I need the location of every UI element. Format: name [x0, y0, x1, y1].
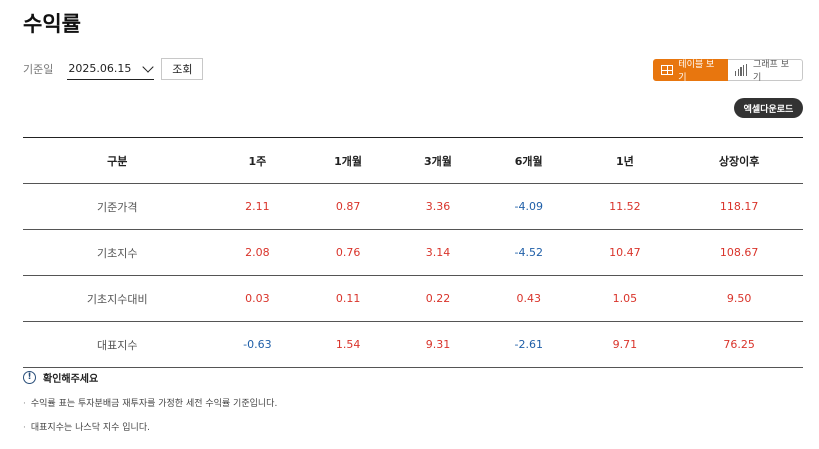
query-button[interactable]: 조회 [161, 58, 204, 80]
table-cell: 76.25 [675, 321, 803, 368]
date-select[interactable]: 2025.06.15 [67, 58, 155, 80]
table-cell: 11.52 [574, 183, 676, 230]
row-label: 기준가격 [23, 183, 212, 230]
table-cell: 1.54 [303, 321, 394, 368]
view-toggle: 테이블 보기 그래프 보기 [653, 59, 803, 83]
excel-download-button[interactable]: 엑셀다운로드 [734, 98, 803, 118]
table-view-button[interactable]: 테이블 보기 [653, 59, 728, 83]
col-header: 1주 [211, 137, 304, 184]
table-cell: 0.22 [393, 275, 483, 322]
table-cell: 0.43 [482, 275, 575, 322]
table-cell: -4.52 [482, 229, 575, 276]
row-label: 기초지수 [23, 229, 212, 276]
date-label: 기준일 [23, 63, 54, 76]
notice-item: · 대표지수는 나스닥 지수 입니다. [23, 420, 277, 433]
table-row: 기준가격 2.11 0.87 3.36 -4.09 11.52 118.17 [23, 183, 803, 230]
table-cell: 0.03 [211, 275, 304, 322]
table-cell: 1.05 [574, 275, 676, 322]
table-cell: 3.14 [393, 229, 483, 276]
returns-table: 구분 1주 1개월 3개월 6개월 1년 상장이후 기준가격 2.11 0.87… [23, 137, 803, 368]
table-cell: 2.08 [211, 229, 304, 276]
col-header: 3개월 [393, 137, 483, 184]
chevron-down-icon [142, 60, 155, 73]
bullet-icon: · [23, 423, 26, 433]
table-row: 기초지수 2.08 0.76 3.14 -4.52 10.47 108.67 [23, 229, 803, 276]
table-cell: -0.63 [211, 321, 304, 368]
bar-chart-icon [735, 64, 748, 76]
table-cell: 2.11 [211, 183, 304, 230]
notice-header: ! 확인해주세요 [23, 370, 277, 385]
page-title: 수익률 [23, 12, 81, 36]
notice-title: 확인해주세요 [43, 374, 99, 385]
row-label: 기초지수대비 [23, 275, 212, 322]
table-cell: 10.47 [574, 229, 676, 276]
table-cell: 9.50 [675, 275, 803, 322]
notice-item: · 수익률 표는 투자분배금 재투자를 가정한 세전 수익률 기준입니다. [23, 396, 277, 409]
table-cell: 3.36 [393, 183, 483, 230]
table-cell: -4.09 [482, 183, 575, 230]
table-cell: 9.31 [393, 321, 483, 368]
notice-item-text: 수익률 표는 투자분배금 재투자를 가정한 세전 수익률 기준입니다. [30, 399, 278, 409]
table-cell: 0.76 [303, 229, 394, 276]
table-row: 기초지수대비 0.03 0.11 0.22 0.43 1.05 9.50 [23, 275, 803, 322]
table-cell: 108.67 [675, 229, 803, 276]
info-icon: ! [23, 371, 36, 384]
graph-view-label: 그래프 보기 [753, 60, 789, 83]
col-header: 상장이후 [675, 137, 803, 184]
notice-item-text: 대표지수는 나스닥 지수 입니다. [30, 423, 150, 433]
date-select-value: 2025.06.15 [68, 62, 132, 75]
bullet-icon: · [23, 399, 26, 409]
table-icon [661, 65, 673, 75]
table-row: 대표지수 -0.63 1.54 9.31 -2.61 9.71 76.25 [23, 321, 803, 368]
col-header: 1년 [574, 137, 676, 184]
table-header-row: 구분 1주 1개월 3개월 6개월 1년 상장이후 [23, 137, 803, 184]
table-cell: 9.71 [574, 321, 676, 368]
graph-view-button[interactable]: 그래프 보기 [728, 59, 803, 83]
table-cell: 0.11 [303, 275, 394, 322]
table-cell: 118.17 [675, 183, 803, 230]
table-cell: 0.87 [303, 183, 394, 230]
notice-section: ! 확인해주세요 · 수익률 표는 투자분배금 재투자를 가정한 세전 수익률 기… [23, 370, 277, 433]
col-header: 구분 [23, 137, 212, 184]
table-cell: -2.61 [482, 321, 575, 368]
table-view-label: 테이블 보기 [678, 60, 715, 83]
col-header: 1개월 [303, 137, 394, 184]
row-label: 대표지수 [23, 321, 212, 368]
date-filter: 기준일 2025.06.15 조회 [23, 58, 204, 80]
col-header: 6개월 [482, 137, 575, 184]
